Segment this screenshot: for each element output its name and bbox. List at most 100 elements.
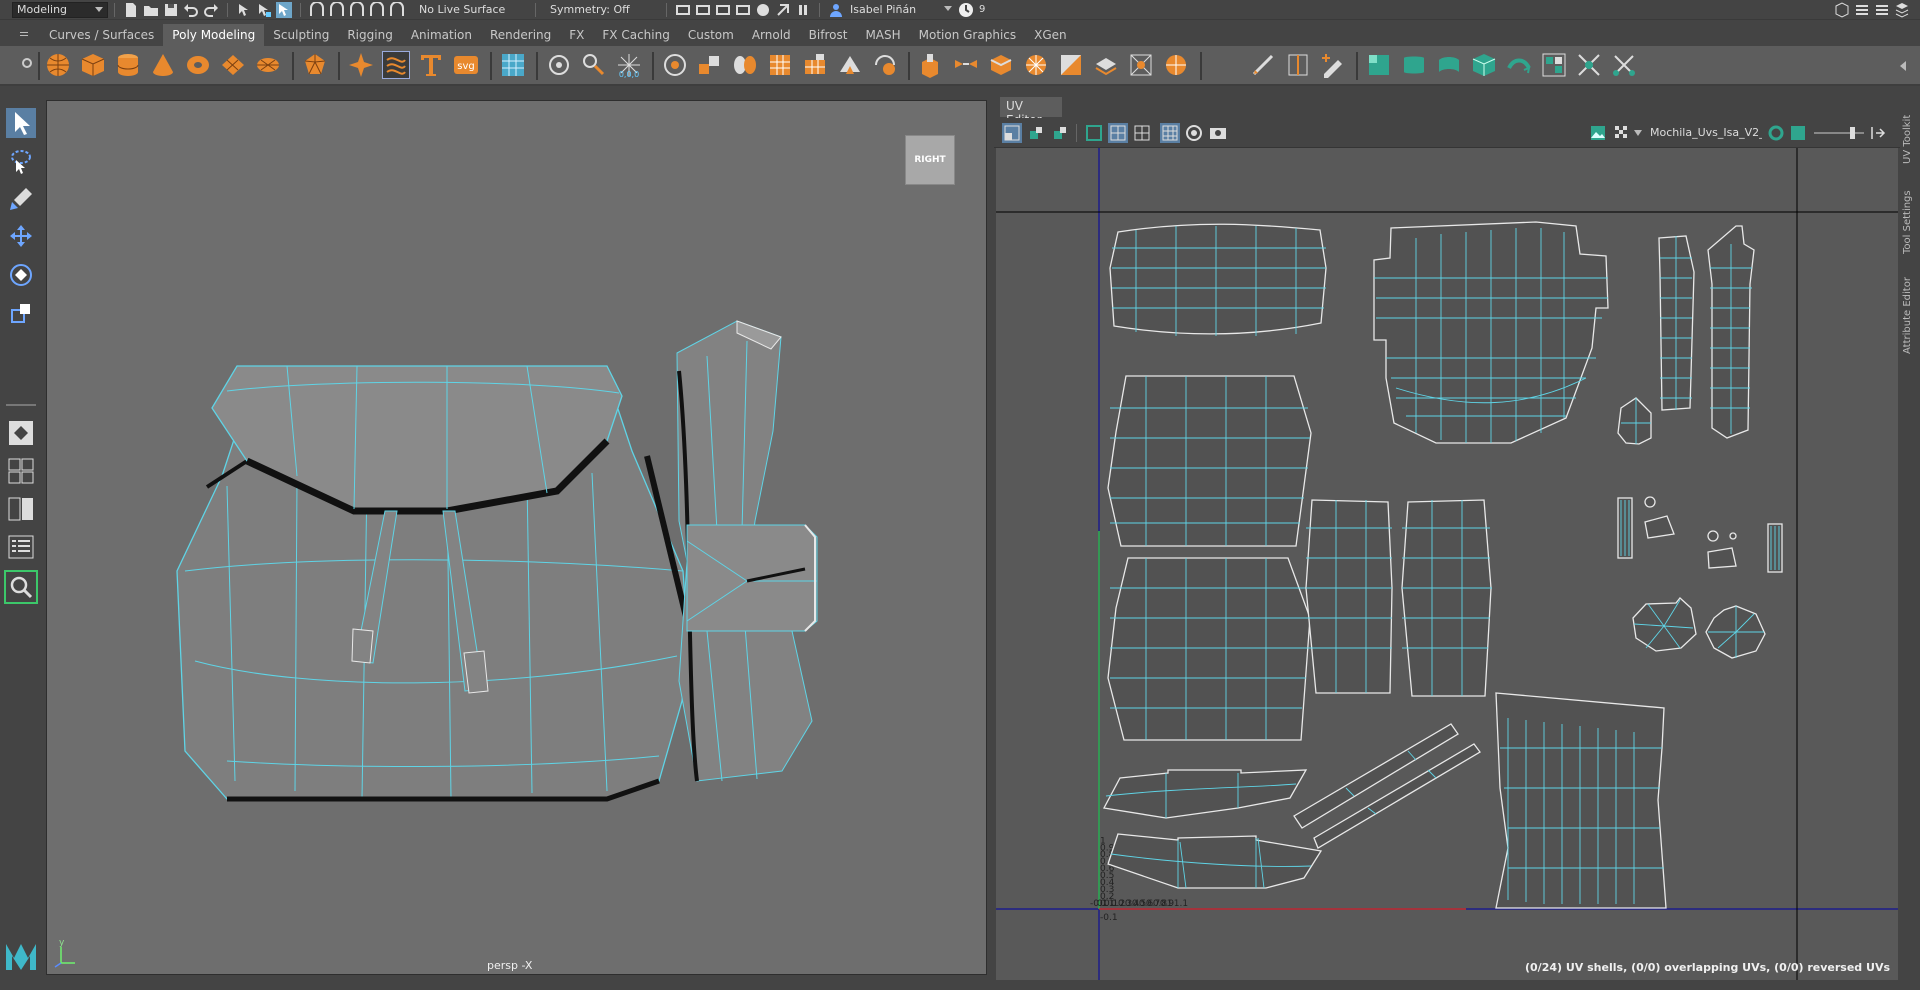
shelf-tab[interactable]: Animation: [402, 24, 481, 46]
uv-cylindrical-map-icon[interactable]: [1401, 52, 1427, 78]
attribute-editor-toggle-icon[interactable]: [1854, 2, 1870, 18]
snap-curve-icon[interactable]: [329, 1, 345, 18]
shelf-tab[interactable]: Poly Modeling: [163, 24, 265, 46]
mode-menu[interactable]: Modeling: [12, 1, 108, 18]
ipr-render-icon[interactable]: [715, 2, 731, 18]
uv-shell-strap-a[interactable]: [1658, 235, 1695, 411]
mirror-icon[interactable]: [546, 52, 572, 78]
snap-point-icon[interactable]: [349, 1, 365, 18]
render-settings-icon[interactable]: [735, 2, 751, 18]
shelf-tab[interactable]: Bifrost: [800, 24, 857, 46]
poly-cube-icon[interactable]: [80, 52, 106, 78]
retopologize-icon[interactable]: [872, 52, 898, 78]
two-view-layout-icon[interactable]: [6, 494, 36, 524]
live-surface-menu[interactable]: No Live Surface: [415, 2, 529, 18]
redo-icon[interactable]: [203, 2, 219, 18]
uv-shell-front-upper[interactable]: [1107, 375, 1312, 547]
four-view-layout-icon[interactable]: [6, 456, 36, 486]
shelf-menu-button[interactable]: [0, 24, 40, 46]
uv-dim-slider-handle[interactable]: [1850, 127, 1855, 139]
uv-checker-icon[interactable]: [1184, 123, 1204, 143]
shelf-tab[interactable]: Arnold: [743, 24, 800, 46]
uv-shell-dot-c[interactable]: [1729, 532, 1737, 540]
uv-image-display-icon[interactable]: [1588, 123, 1608, 143]
shelf-tab[interactable]: Curves / Surfaces: [40, 24, 163, 46]
modeling-toolkit-icon[interactable]: [1834, 1, 1850, 18]
rotate-tool-icon[interactable]: [6, 260, 36, 290]
uv-tile-icon[interactable]: [1050, 123, 1070, 143]
uv-checker-pattern-icon[interactable]: [1612, 123, 1632, 143]
uv-snapshot-icon[interactable]: [1208, 123, 1228, 143]
user-icon[interactable]: [828, 2, 844, 18]
uv-layout-icon[interactable]: [1541, 52, 1567, 78]
uv-shell-cap-a[interactable]: [1644, 515, 1675, 539]
shelf-tab[interactable]: Custom: [679, 24, 743, 46]
shelf-tab[interactable]: Sculpting: [264, 24, 338, 46]
uv-toolbar-more-icon[interactable]: [1868, 123, 1888, 143]
tool-settings-toggle-icon[interactable]: [1874, 2, 1890, 18]
boolean-icon[interactable]: [662, 52, 688, 78]
undo-icon[interactable]: [183, 2, 199, 18]
uv-wireframe-icon[interactable]: [1108, 123, 1128, 143]
poly-disc-icon[interactable]: [255, 52, 281, 78]
hypershade-icon[interactable]: [755, 2, 771, 18]
render-frame-icon[interactable]: [695, 2, 711, 18]
uv-shell-select-icon[interactable]: [1002, 123, 1022, 143]
uv-texture-options-icon[interactable]: [1766, 123, 1786, 143]
poly-sphere-icon[interactable]: [45, 52, 71, 78]
uv-cut-sew-icon[interactable]: [1576, 52, 1602, 78]
shelf-tab[interactable]: FX: [560, 24, 593, 46]
select-hierarchy-icon[interactable]: [236, 2, 252, 18]
side-tab-attribute-editor[interactable]: Attribute Editor: [1902, 266, 1918, 354]
shelf-tab[interactable]: Motion Graphics: [910, 24, 1026, 46]
fill-hole-icon[interactable]: [1023, 52, 1049, 78]
uv-shell-front-lower[interactable]: [1107, 557, 1311, 741]
uv-shell-strap-b[interactable]: [1707, 225, 1755, 439]
uv-scissors-icon[interactable]: [1611, 52, 1637, 78]
select-tool-icon[interactable]: [6, 108, 36, 138]
poly-cylinder-icon[interactable]: [115, 52, 141, 78]
shelf-tab[interactable]: XGen: [1025, 24, 1076, 46]
scale-tool-icon[interactable]: [6, 298, 36, 328]
sleeping-roll-mesh[interactable]: [676, 320, 818, 782]
view-cube[interactable]: RIGHT: [905, 135, 955, 185]
quad-draw-icon[interactable]: [1320, 52, 1346, 78]
merge-icon[interactable]: [1093, 52, 1119, 78]
uv-dim-slider[interactable]: [1814, 127, 1864, 139]
cleanup-icon[interactable]: [581, 52, 607, 78]
lasso-tool-icon[interactable]: [6, 146, 36, 176]
paint-select-tool-icon[interactable]: [6, 184, 36, 214]
symmetry-menu[interactable]: Symmetry: Off: [546, 2, 646, 18]
remesh-icon[interactable]: [837, 52, 863, 78]
tool-grid-icon[interactable]: [500, 52, 526, 78]
uv-checker-dropdown-icon[interactable]: [1634, 130, 1642, 136]
save-scene-icon[interactable]: [163, 2, 179, 18]
shelf-settings-gear-icon[interactable]: [20, 56, 34, 70]
poly-plane-icon[interactable]: [220, 52, 246, 78]
uv-editor-tab[interactable]: UV Editor: [1000, 97, 1062, 127]
uv-shell-buckle[interactable]: [1617, 397, 1652, 445]
smooth-icon[interactable]: [767, 52, 793, 78]
open-scene-icon[interactable]: [143, 2, 159, 18]
transform-component-icon[interactable]: 0,0,0: [616, 52, 642, 78]
collapse-icon[interactable]: [1163, 52, 1189, 78]
multi-cut-icon[interactable]: [1250, 52, 1276, 78]
snap-view-icon[interactable]: [369, 1, 385, 18]
uv-planar-map-icon[interactable]: [1366, 52, 1392, 78]
notifications-clock-icon[interactable]: [958, 2, 974, 18]
uv-shell-flap-top[interactable]: [1109, 223, 1327, 336]
render-view-icon[interactable]: [675, 2, 691, 18]
svg-tool-icon[interactable]: svg: [453, 52, 479, 78]
separate-icon[interactable]: [732, 52, 758, 78]
uv-shell-base-strip-b[interactable]: [1107, 833, 1323, 889]
bevel-icon[interactable]: [988, 52, 1014, 78]
uv-shell-base-strip-a[interactable]: [1102, 769, 1308, 819]
type-tool-icon[interactable]: [418, 52, 444, 78]
poly-cone-icon[interactable]: [150, 52, 176, 78]
uv-texture-name[interactable]: Mochila_Uvs_Isa_V2_m: [1650, 126, 1762, 139]
uv-shell-disc-b[interactable]: [1705, 605, 1766, 659]
snap-grid-icon[interactable]: [309, 1, 325, 18]
uv-shell-flap-main[interactable]: [1373, 221, 1609, 444]
move-tool-icon[interactable]: [6, 222, 36, 252]
pause-icon[interactable]: [795, 2, 811, 18]
